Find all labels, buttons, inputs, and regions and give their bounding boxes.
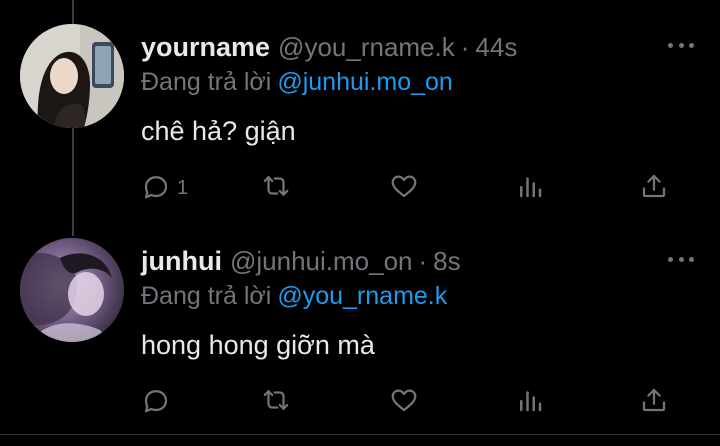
- reply-icon: [141, 171, 171, 206]
- reply-button[interactable]: [141, 386, 177, 418]
- replying-to-label: Đang trả lời: [141, 68, 272, 96]
- replying-to-label: Đang trả lời: [141, 282, 272, 310]
- views-button[interactable]: [515, 172, 545, 204]
- share-icon: [639, 171, 669, 206]
- like-icon: [389, 171, 419, 206]
- replying-to: Đang trả lời @junhui.mo_on: [141, 68, 453, 97]
- retweet-icon: [261, 171, 291, 206]
- replying-to: Đang trả lời @you_rname.k: [141, 282, 447, 311]
- timestamp[interactable]: 8s: [433, 246, 460, 277]
- more-icon[interactable]: [668, 254, 694, 264]
- action-bar: 1: [141, 172, 681, 204]
- share-button[interactable]: [639, 386, 669, 418]
- like-button[interactable]: [389, 386, 419, 418]
- retweet-icon: [261, 385, 291, 420]
- user-handle[interactable]: @junhui.mo_on: [230, 246, 413, 277]
- replying-to-link[interactable]: @you_rname.k: [277, 282, 447, 310]
- views-button[interactable]: [515, 386, 545, 418]
- display-name[interactable]: yourname: [141, 32, 270, 63]
- reply-count: 1: [177, 176, 189, 199]
- separator: ·: [460, 32, 470, 62]
- retweet-button[interactable]: [261, 172, 291, 204]
- action-bar: [141, 386, 681, 418]
- tweet[interactable]: junhui @junhui.mo_on · 8s Đang trả lời @y…: [0, 218, 720, 446]
- tweet-text: hong hong giỡn mà: [141, 330, 375, 360]
- avatar[interactable]: [20, 24, 124, 128]
- avatar[interactable]: [20, 238, 124, 342]
- user-handle[interactable]: @you_rname.k: [278, 32, 455, 63]
- like-icon: [389, 385, 419, 420]
- tweet-text: chê hả? giận: [141, 116, 296, 146]
- separator: ·: [418, 246, 428, 276]
- views-icon: [515, 171, 545, 206]
- timestamp[interactable]: 44s: [475, 32, 517, 63]
- more-icon[interactable]: [668, 40, 694, 50]
- share-icon: [639, 385, 669, 420]
- reply-button[interactable]: 1: [141, 172, 188, 204]
- retweet-button[interactable]: [261, 386, 291, 418]
- reply-icon: [141, 385, 171, 420]
- divider: [0, 434, 720, 435]
- display-name[interactable]: junhui: [141, 246, 222, 277]
- tweet[interactable]: yourname @you_rname.k · 44s Đang trả lời…: [0, 0, 720, 218]
- tweet-header: junhui @junhui.mo_on · 8s: [141, 246, 461, 278]
- share-button[interactable]: [639, 172, 669, 204]
- tweet-header: yourname @you_rname.k · 44s: [141, 32, 517, 64]
- views-icon: [515, 385, 545, 420]
- replying-to-link[interactable]: @junhui.mo_on: [277, 68, 453, 96]
- like-button[interactable]: [389, 172, 419, 204]
